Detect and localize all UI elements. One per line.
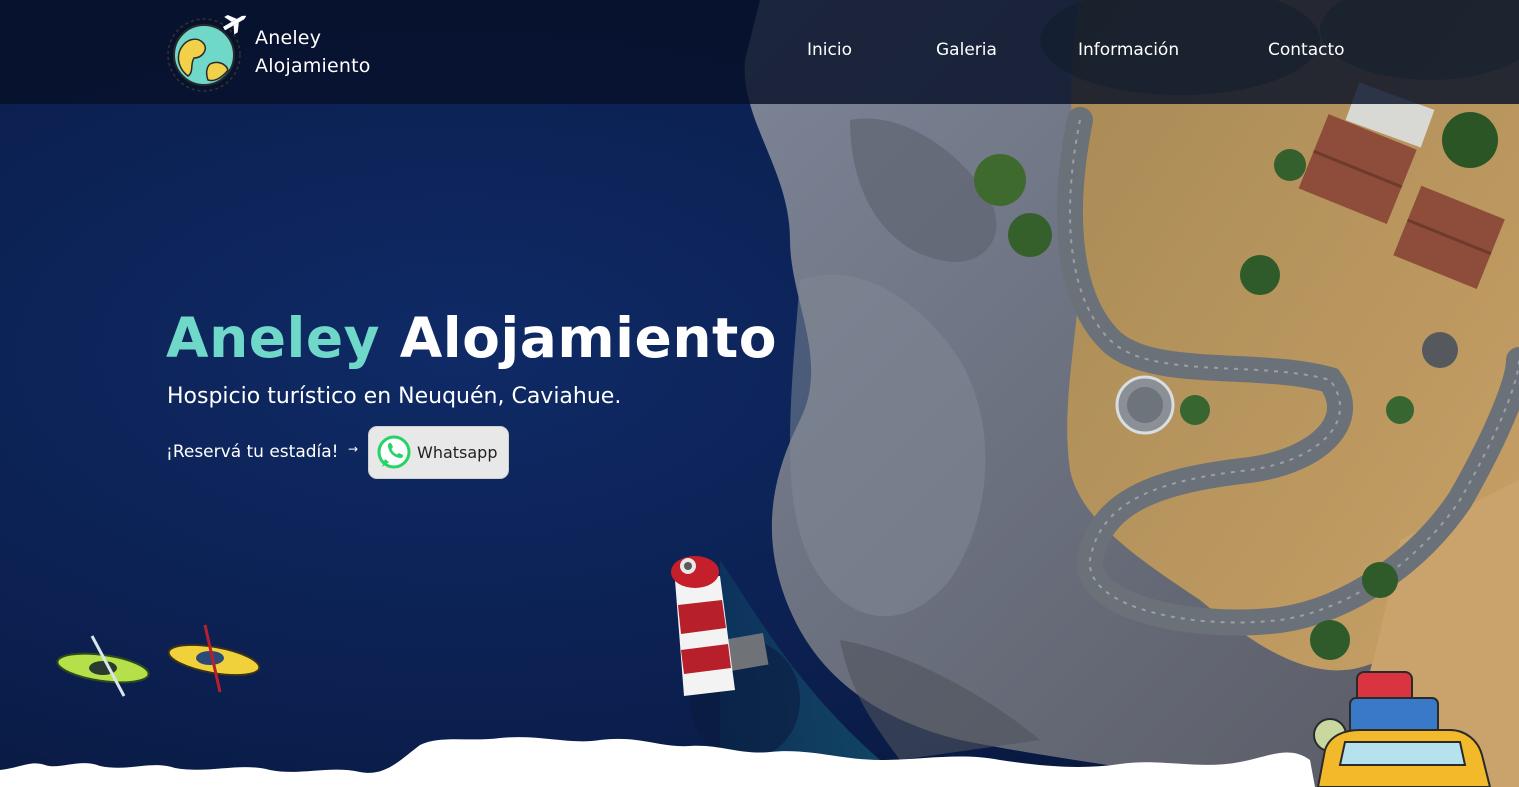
brand-line1: Aneley	[255, 27, 322, 49]
hero-title-accent: Aneley	[166, 306, 381, 370]
brand-line2: Alojamiento	[255, 55, 371, 77]
reserve-cta-text: ¡Reservá tu estadía!	[166, 442, 339, 462]
nav-link-galeria[interactable]: Galeria	[936, 40, 997, 60]
whatsapp-button-label: Whatsapp	[417, 443, 498, 462]
whatsapp-icon	[376, 434, 412, 474]
globe-plane-logo-icon[interactable]	[164, 14, 247, 92]
nav-link-contacto[interactable]: Contacto	[1268, 40, 1345, 60]
whatsapp-button[interactable]: Whatsapp	[368, 426, 509, 479]
hero-title: Aneley Alojamiento	[166, 306, 777, 370]
nav-link-informacion[interactable]: Información	[1078, 40, 1179, 60]
arrow-right-icon: →	[348, 442, 359, 456]
hero-subtitle: Hospicio turístico en Neuquén, Caviahue.	[167, 384, 622, 409]
brand-name[interactable]: Aneley Alojamiento	[255, 24, 371, 80]
hero-title-main: Alojamiento	[399, 306, 778, 370]
nav-link-inicio[interactable]: Inicio	[807, 40, 852, 60]
